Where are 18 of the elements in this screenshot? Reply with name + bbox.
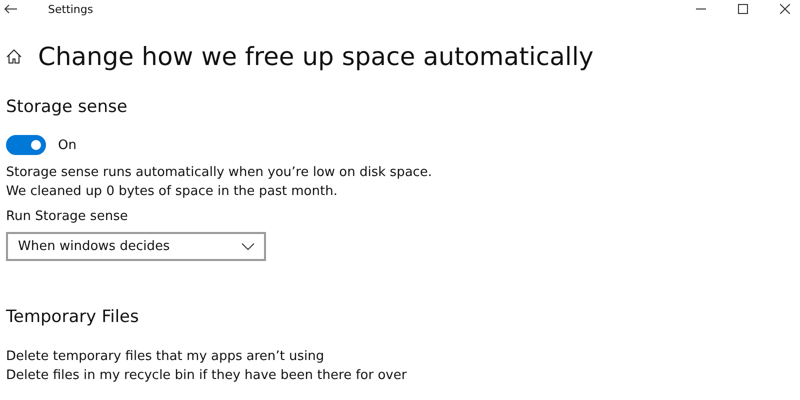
chevron-down-icon <box>242 243 254 250</box>
description-text: Storage sense runs automatically when you’re low on disk space. <box>6 164 434 182</box>
home-icon[interactable] <box>6 49 22 64</box>
section-heading: Storage sense <box>6 97 128 117</box>
option-text: Delete files in my recycle bin if they have been there for over <box>6 367 408 385</box>
description-text: We cleaned up 0 bytes of space in the past month. <box>6 183 338 201</box>
section-heading: Temporary Files <box>6 307 140 327</box>
back-arrow-icon <box>4 4 18 14</box>
minimize-icon <box>696 8 706 10</box>
close-icon <box>780 4 790 14</box>
field-label: Run Storage sense <box>6 208 129 226</box>
page-title: Change how we free up space automatically <box>38 42 594 71</box>
window-title: Settings <box>48 2 94 16</box>
toggle-switch[interactable] <box>6 135 46 155</box>
frequency-dropdown[interactable]: When windows decides <box>6 232 266 261</box>
option-text: Delete temporary files that my apps aren’t using <box>6 348 326 366</box>
toggle-label: On <box>58 136 76 154</box>
maximize-icon <box>738 4 748 14</box>
